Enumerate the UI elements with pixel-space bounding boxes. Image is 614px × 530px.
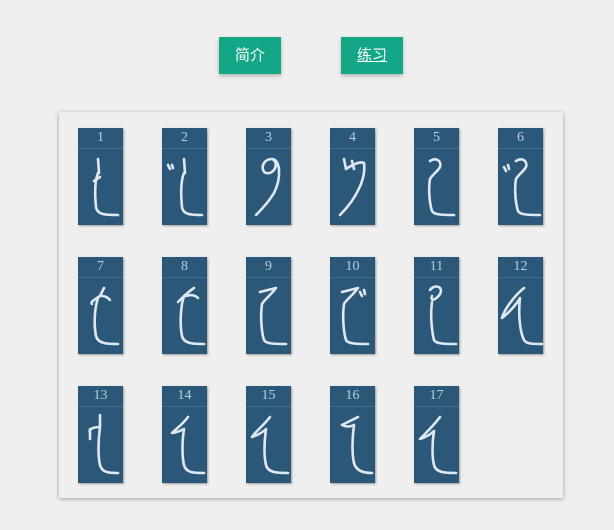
- stroke-card-3[interactable]: 3: [246, 128, 291, 225]
- stroke-card-4[interactable]: 4: [330, 128, 375, 225]
- kana-stroke-3-icon: [254, 157, 281, 217]
- stroke-card-2[interactable]: 2: [162, 128, 207, 225]
- card-number: 11: [414, 257, 459, 278]
- stroke-card-6[interactable]: 6: [498, 128, 543, 225]
- stroke-card-16[interactable]: 16: [330, 386, 375, 483]
- card-number: 13: [78, 386, 123, 407]
- kana-stroke-6-icon: [502, 158, 542, 217]
- kana-stroke-4-icon: [338, 157, 366, 217]
- stroke-card-11[interactable]: 11: [414, 257, 459, 354]
- card-number: 2: [162, 128, 207, 149]
- kana-stroke-14-icon: [170, 415, 206, 475]
- card-number: 5: [414, 128, 459, 149]
- card-number: 16: [330, 386, 375, 407]
- stroke-card-14[interactable]: 14: [162, 386, 207, 483]
- card-number: 4: [330, 128, 375, 149]
- card-number: 12: [498, 257, 543, 278]
- kana-stroke-17-icon: [418, 415, 458, 475]
- kana-stroke-12-icon: [500, 286, 543, 346]
- kana-stroke-9-icon: [258, 286, 288, 346]
- practice-button[interactable]: 练习: [341, 37, 403, 74]
- stroke-card-5[interactable]: 5: [414, 128, 459, 225]
- stroke-card-12[interactable]: 12: [498, 257, 543, 354]
- card-number: 10: [330, 257, 375, 278]
- stroke-card-7[interactable]: 7: [78, 257, 123, 354]
- card-number: 14: [162, 386, 207, 407]
- kana-stroke-8-icon: [176, 286, 206, 346]
- stroke-card-15[interactable]: 15: [246, 386, 291, 483]
- stroke-card-1[interactable]: 1: [78, 128, 123, 225]
- card-number: 7: [78, 257, 123, 278]
- card-number: 3: [246, 128, 291, 149]
- kana-stroke-10-icon: [340, 286, 370, 346]
- intro-button[interactable]: 简介: [219, 37, 281, 74]
- stroke-card-17[interactable]: 17: [414, 386, 459, 483]
- card-number: 15: [246, 386, 291, 407]
- stroke-card-8[interactable]: 8: [162, 257, 207, 354]
- stroke-card-10[interactable]: 10: [330, 257, 375, 354]
- kana-stroke-5-icon: [427, 158, 456, 217]
- card-number: 6: [498, 128, 543, 149]
- stroke-card-13[interactable]: 13: [78, 386, 123, 483]
- kana-stroke-7-icon: [90, 286, 120, 346]
- card-number: 1: [78, 128, 123, 149]
- kana-stroke-2-icon: [166, 157, 204, 217]
- card-number: 9: [246, 257, 291, 278]
- stroke-card-9[interactable]: 9: [246, 257, 291, 354]
- kana-stroke-11-icon: [428, 285, 458, 346]
- stroke-card-panel: 1 2 3 4 5 6 7 8 9 10 11 12 13 14 15 16 1…: [59, 112, 563, 498]
- kana-stroke-13-icon: [88, 413, 120, 475]
- kana-stroke-16-icon: [340, 415, 374, 475]
- kana-stroke-1-icon: [92, 157, 120, 217]
- card-number: 17: [414, 386, 459, 407]
- card-number: 8: [162, 257, 207, 278]
- kana-stroke-15-icon: [250, 415, 290, 475]
